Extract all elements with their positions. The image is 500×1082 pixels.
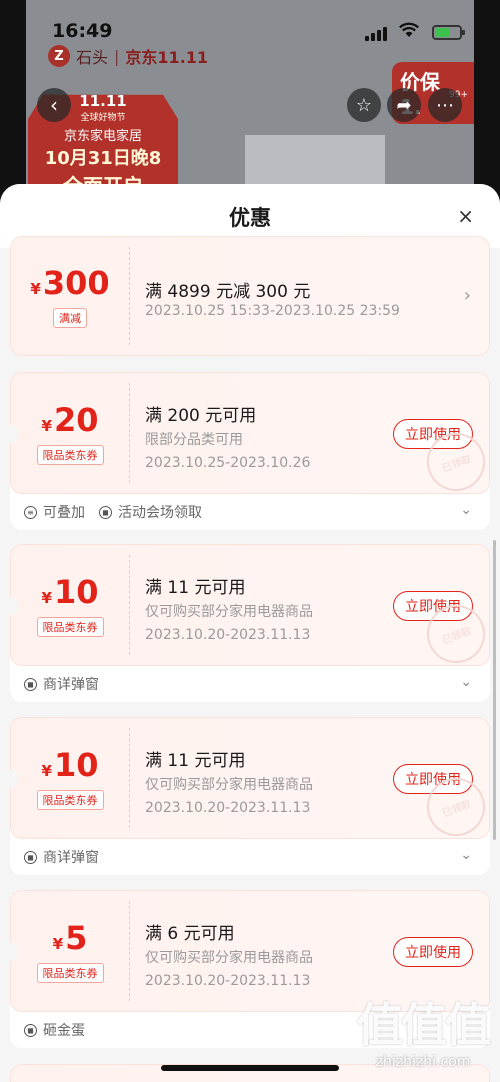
more-icon: ⋯ xyxy=(436,94,454,116)
jd-brand: 京东11.11 xyxy=(125,48,209,67)
coupon-amount: ¥300 xyxy=(30,264,110,302)
coupon-type-tag: 限品类东券 xyxy=(36,790,104,810)
background-app: 16:49 Z 石头 | 京东11.11 11.11 全球好物节 京东家电家居 … xyxy=(0,0,500,200)
share-button[interactable]: ➦ xyxy=(387,88,421,122)
coupon-sheet: 优惠 × ¥300 满减 满 4899 元减 300 元 2023.10.25 … xyxy=(0,184,500,1082)
store-brand: Z 石头 | 京东11.11 xyxy=(48,44,208,68)
coupon-subtitle: 仅可购买部分家用电器商品 xyxy=(145,950,313,966)
chevron-down-icon[interactable]: ⌄ xyxy=(460,502,472,518)
home-indicator[interactable] xyxy=(161,1065,339,1071)
chevron-left-icon: ‹ xyxy=(50,93,58,117)
coupon-amount: ¥20 xyxy=(41,401,99,439)
screen-edge-left xyxy=(0,0,26,200)
chevron-down-icon[interactable]: ⌄ xyxy=(460,847,472,863)
store-logo-icon: Z xyxy=(48,45,70,67)
coupon-amount: ¥10 xyxy=(41,746,99,784)
footer-label: 可叠加 xyxy=(43,505,85,521)
footer-label: 活动会场领取 xyxy=(118,505,202,521)
watermark-logo: 值值值 xyxy=(357,998,491,1052)
coupon-title: 满 200 元可用 xyxy=(145,406,257,426)
coupon-date: 2023.10.25-2023.10.26 xyxy=(145,455,311,471)
cellular-signal-icon xyxy=(365,27,387,41)
source-icon: ◼ xyxy=(99,505,112,519)
coupon-date: 2023.10.25 15:33-2023.10.25 23:59 xyxy=(145,303,400,319)
status-bar: 16:49 xyxy=(26,0,474,44)
footer-label: 商详弹窗 xyxy=(43,677,99,693)
coupon-date: 2023.10.20-2023.11.13 xyxy=(145,973,311,989)
site-watermark: 值值值 zhizhizhi.com xyxy=(348,996,498,1082)
coupon-card[interactable]: ¥20 限品类东券 满 200 元可用 限部分品类可用 2023.10.25-2… xyxy=(10,372,490,530)
coupon-type-tag: 限品类东券 xyxy=(36,617,104,637)
coupon-title: 满 4899 元减 300 元 xyxy=(145,282,311,302)
coupon-date: 2023.10.20-2023.11.13 xyxy=(145,800,311,816)
coupon-title: 满 6 元可用 xyxy=(145,924,235,944)
coupon-list[interactable]: ¥300 满减 满 4899 元减 300 元 2023.10.25 15:33… xyxy=(0,236,500,1082)
coupon-type-tag: 满减 xyxy=(53,308,87,328)
promo-line2: 10月31日晚8 xyxy=(44,148,162,169)
chevron-down-icon[interactable]: ⌄ xyxy=(460,674,472,690)
coupon-footer[interactable]: ◼ 商详弹窗 ⌄ xyxy=(10,666,490,702)
star-icon: ☆ xyxy=(355,94,373,116)
footer-label: 砸金蛋 xyxy=(43,1023,85,1039)
sheet-title: 优惠 xyxy=(229,206,271,230)
status-time: 16:49 xyxy=(52,20,113,42)
screen-edge-right xyxy=(474,0,500,200)
close-button[interactable]: × xyxy=(457,204,474,228)
coupon-card[interactable]: ¥10 限品类东券 满 11 元可用 仅可购买部分家用电器商品 2023.10.… xyxy=(10,717,490,875)
coupon-date: 2023.10.20-2023.11.13 xyxy=(145,627,311,643)
coupon-card[interactable]: ¥10 限品类东券 满 11 元可用 仅可购买部分家用电器商品 2023.10.… xyxy=(10,544,490,702)
promo-line1: 京东家电家居 xyxy=(63,129,142,144)
brand-name: 石头 xyxy=(76,48,109,67)
coupon-subtitle: 仅可购买部分家用电器商品 xyxy=(145,604,313,620)
wifi-icon xyxy=(399,22,419,37)
use-now-button[interactable]: 立即使用 xyxy=(393,937,473,967)
coupon-footer[interactable]: ≡ 可叠加 ◼ 活动会场领取 ⌄ xyxy=(10,494,490,530)
source-icon: ◼ xyxy=(24,677,37,691)
source-icon: ◼ xyxy=(24,1023,37,1037)
source-icon: ◼ xyxy=(24,850,37,864)
scrollbar[interactable] xyxy=(493,540,496,840)
battery-icon xyxy=(432,25,465,40)
share-icon: ➦ xyxy=(396,94,412,116)
close-icon: × xyxy=(457,204,474,228)
coupon-footer[interactable]: ◼ 商详弹窗 ⌄ xyxy=(10,839,490,875)
chevron-right-icon[interactable]: › xyxy=(464,285,471,306)
coupon-subtitle: 限部分品类可用 xyxy=(145,432,243,448)
more-button[interactable]: ⋯ xyxy=(428,88,462,122)
coupon-amount: ¥5 xyxy=(52,919,88,957)
footer-label: 商详弹窗 xyxy=(43,850,99,866)
back-button[interactable]: ‹ xyxy=(37,88,71,122)
coupon-type-tag: 限品类东券 xyxy=(36,445,104,465)
coupon-subtitle: 仅可购买部分家用电器商品 xyxy=(145,777,313,793)
coupon-title: 满 11 元可用 xyxy=(145,751,246,771)
brand-separator: | xyxy=(114,46,120,66)
watermark-url: zhizhizhi.com xyxy=(375,1054,471,1070)
coupon-type-tag: 限品类东券 xyxy=(36,963,104,983)
coupon-card[interactable]: ¥300 满减 满 4899 元减 300 元 2023.10.25 15:33… xyxy=(10,236,490,356)
stack-icon: ≡ xyxy=(24,505,37,519)
coupon-title: 满 11 元可用 xyxy=(145,578,246,598)
coupon-amount: ¥10 xyxy=(41,573,99,611)
favorite-button[interactable]: ☆ xyxy=(347,88,381,122)
